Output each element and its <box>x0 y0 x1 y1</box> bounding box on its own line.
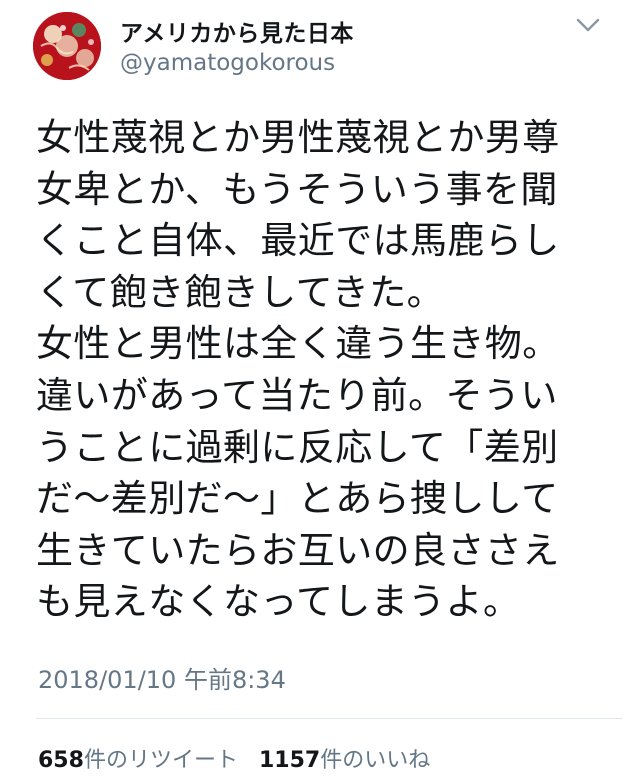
likes-label: 件のいいね <box>320 748 431 773</box>
tweet-text-line: も見えなくなってしまうよ。 <box>36 580 521 624</box>
tweet-text-line: 違いがあって当たり前。そうい <box>36 373 558 417</box>
user-handle[interactable]: @yamatogokorous <box>120 50 335 76</box>
tweet-timestamp[interactable]: 2018/01/10 午前8:34 <box>38 660 286 695</box>
tweet-text-line: 女卑とか、もうそういう事を聞 <box>36 167 558 211</box>
retweets-label: 件のリツイート <box>83 748 238 773</box>
tweet-text-line: 女性蔑視とか男性蔑視とか男尊 <box>36 116 560 159</box>
tweet-menu-button[interactable] <box>568 8 608 44</box>
avatar[interactable] <box>33 12 101 80</box>
tweet-stats: 658件のリツイート 1157件のいいね <box>38 742 444 774</box>
tweet-text-line: くこと自体、最近では馬鹿らし <box>36 219 560 263</box>
tweet-text-line: うことに過剰に反応して「差別 <box>36 425 559 469</box>
tweet-text-line: だ〜差別だ〜」とあら捜しして <box>36 477 559 521</box>
display-name[interactable]: アメリカから見た日本 <box>120 14 354 48</box>
likes-stat[interactable]: 1157件のいいね <box>259 742 430 774</box>
tweet-text-line: 女性と男性は全く違う生き物。 <box>36 322 560 366</box>
retweets-count: 658 <box>38 748 84 773</box>
likes-count: 1157 <box>258 748 321 773</box>
avatar-icon <box>33 12 101 80</box>
chevron-down-icon <box>576 18 600 32</box>
retweets-stat[interactable]: 658件のリツイート <box>38 742 238 774</box>
tweet-header: アメリカから見た日本 @yamatogokorous <box>0 0 640 96</box>
tweet-text-line: くて飽き飽きしてきた。 <box>36 270 445 314</box>
tweet-text-line: 生きていたらお互いの良ささえ <box>36 528 560 572</box>
divider <box>36 718 622 719</box>
tweet-text: 女性蔑視とか男性蔑視とか男尊 女卑とか、もうそういう事を聞 くこと自体、最近では… <box>36 112 606 628</box>
